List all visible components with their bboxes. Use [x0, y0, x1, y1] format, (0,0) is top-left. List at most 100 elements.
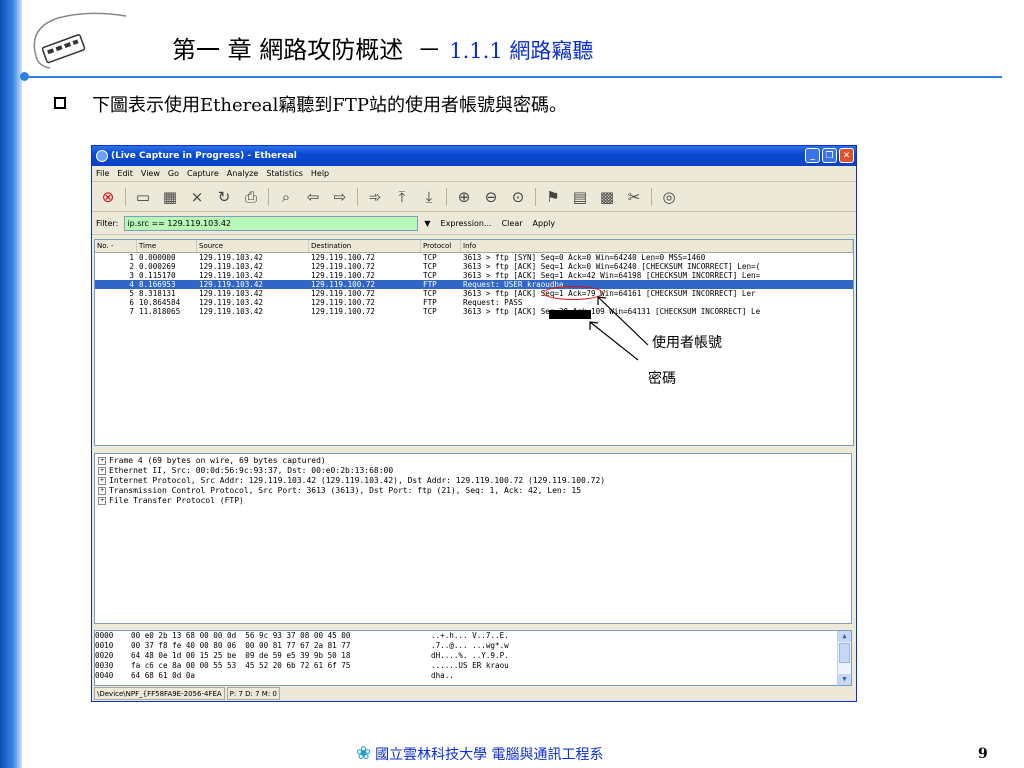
scroll-thumb[interactable] [839, 643, 850, 663]
col-info[interactable]: Info [461, 240, 853, 252]
reload-icon[interactable]: ↻ [214, 187, 234, 207]
network-device-logo-icon [33, 12, 127, 69]
hex-row[interactable]: 0010 00 37 f8 fe 40 00 80 06 00 00 81 77 … [95, 641, 851, 651]
username-highlight [543, 286, 603, 300]
status-counts: P: 7 D: 7 M: 0 [226, 687, 280, 700]
col-protocol[interactable]: Protocol [421, 240, 461, 252]
clear-button[interactable]: Clear [502, 219, 523, 228]
detail-row[interactable]: + Frame 4 (69 bytes on wire, 69 bytes cap… [95, 456, 851, 466]
first-icon[interactable]: ⤒ [392, 187, 412, 207]
hex-bytes: 64 68 61 0d 0a [131, 671, 196, 680]
close-file-icon[interactable]: × [187, 187, 207, 207]
menu-help[interactable]: Help [311, 169, 329, 178]
title-dash: － [417, 36, 442, 64]
menu-statistics[interactable]: Statistics [266, 169, 303, 178]
window-titlebar[interactable]: (Live Capture in Progress) - Ethereal _ … [92, 146, 856, 166]
window-title: (Live Capture in Progress) - Ethereal [111, 151, 297, 161]
cell-info: Request: PASS [463, 298, 523, 307]
preferences-icon[interactable]: ✂ [624, 187, 644, 207]
footer-text: 國立雲林科技大學 電腦與通訊工程系 [375, 746, 604, 763]
hex-bytes: 00 e0 2b 13 68 00 00 0d 56 9c 93 37 08 0… [131, 631, 351, 640]
expand-icon[interactable]: + [98, 476, 106, 485]
annotation-password: 密碼 [648, 371, 676, 387]
maximize-button[interactable]: ❐ [822, 148, 837, 163]
page-number: 9 [978, 746, 988, 762]
hex-row[interactable]: 0000 00 e0 2b 13 68 00 00 0d 56 9c 93 37 … [95, 631, 851, 641]
menu-view[interactable]: View [141, 169, 160, 178]
zoom-normal-icon[interactable]: ⊙ [508, 187, 528, 207]
toolbar-separator [446, 187, 447, 206]
cell-time: 10.864584 [139, 298, 181, 307]
expand-icon[interactable]: + [98, 456, 106, 465]
expression-button[interactable]: Expression... [441, 219, 492, 228]
menu-edit[interactable]: Edit [117, 169, 133, 178]
cell-protocol: TCP [423, 262, 437, 271]
status-bar: \Device\NPF_{FF58FA9E-2056-4FEA P: 7 D: … [94, 687, 852, 700]
detail-row[interactable]: + Transmission Control Protocol, Src Port… [95, 486, 851, 496]
zoom-in-icon[interactable]: ⊕ [454, 187, 474, 207]
cell-destination: 129.119.100.72 [311, 271, 376, 280]
minimize-button[interactable]: _ [805, 148, 820, 163]
goto-icon[interactable]: ➾ [365, 187, 385, 207]
menu-go[interactable]: Go [168, 169, 179, 178]
cell-info: 3613 > ftp [SYN] Seq=0 Ack=0 Win=64240 L… [463, 253, 706, 262]
toolbar-separator [268, 187, 269, 206]
table-row[interactable]: 7 11.818065 129.119.103.42 129.119.100.7… [95, 307, 853, 316]
detail-text: Transmission Control Protocol, Src Port:… [109, 486, 582, 495]
table-row[interactable]: 6 10.864584 129.119.103.42 129.119.100.7… [95, 298, 853, 307]
hex-row[interactable]: 0040 64 68 61 0d 0a dha.. [95, 671, 851, 681]
expand-icon[interactable]: + [98, 466, 106, 475]
cell-destination: 129.119.100.72 [311, 262, 376, 271]
filter-input[interactable]: ip.src == 129.119.103.42 [124, 215, 419, 231]
hex-row[interactable]: 0020 64 48 0e 1d 00 15 25 be 09 de 59 e5 … [95, 651, 851, 661]
hex-scrollbar[interactable]: ▲ ▼ [837, 631, 851, 685]
detail-row[interactable]: + Ethernet II, Src: 00:0d:56:9c:93:37, Ds… [95, 466, 851, 476]
detail-row[interactable]: + File Transfer Protocol (FTP) [95, 496, 851, 506]
col-source[interactable]: Source [197, 240, 309, 252]
color-filter-icon[interactable]: ⚑ [543, 187, 563, 207]
slide-sidebar [0, 0, 22, 768]
save-icon[interactable]: ▦ [160, 187, 180, 207]
coloring-rules-icon[interactable]: ▩ [597, 187, 617, 207]
last-icon[interactable]: ⤓ [419, 187, 439, 207]
cell-protocol: FTP [423, 298, 437, 307]
apply-button[interactable]: Apply [533, 219, 556, 228]
help-icon[interactable]: ◎ [659, 187, 679, 207]
col-no[interactable]: No. - [95, 240, 137, 252]
scroll-down-icon[interactable]: ▼ [838, 674, 851, 685]
open-icon[interactable]: ▭ [133, 187, 153, 207]
expand-icon[interactable]: + [98, 486, 106, 495]
col-destination[interactable]: Destination [309, 240, 421, 252]
table-row-selected[interactable]: 4 8.166953 129.119.103.42 129.119.100.72… [95, 280, 853, 289]
cell-info: 3613 > ftp [ACK] Seq=1 Ack=79 Win=64161 … [463, 289, 756, 298]
cell-time: 8.318131 [139, 289, 176, 298]
packet-list: No. - Time Source Destination Protocol I… [94, 239, 854, 446]
find-icon[interactable]: ⌕ [276, 187, 296, 207]
cell-source: 129.119.103.42 [199, 289, 264, 298]
hex-row[interactable]: 0030 fa c6 ce 8a 00 00 55 53 45 52 20 6b … [95, 661, 851, 671]
table-row[interactable]: 1 0.000000 129.119.103.42 129.119.100.72… [95, 253, 853, 262]
table-row[interactable]: 3 0.115170 129.119.103.42 129.119.100.72… [95, 271, 853, 280]
col-time[interactable]: Time [137, 240, 197, 252]
print-icon[interactable]: ⎙ [241, 187, 261, 207]
filter-dropdown-icon[interactable]: ▼ [424, 219, 430, 228]
table-row[interactable]: 2 0.000269 129.119.103.42 129.119.100.72… [95, 262, 853, 271]
detail-row[interactable]: + Internet Protocol, Src Addr: 129.119.10… [95, 476, 851, 486]
stop-icon[interactable]: ⊗ [98, 187, 118, 207]
back-icon[interactable]: ⇦ [303, 187, 323, 207]
password-redaction [549, 310, 591, 319]
menu-analyze[interactable]: Analyze [227, 169, 259, 178]
forward-icon[interactable]: ⇨ [330, 187, 350, 207]
close-button[interactable]: ✕ [839, 148, 854, 163]
display-filter-icon[interactable]: ▤ [570, 187, 590, 207]
hex-bytes: 64 48 0e 1d 00 15 25 be 09 de 59 e5 39 9… [131, 651, 351, 660]
toolbar-separator [357, 187, 358, 206]
filter-label: Filter: [96, 218, 119, 228]
detail-text: File Transfer Protocol (FTP) [109, 496, 244, 505]
scroll-up-icon[interactable]: ▲ [838, 631, 851, 642]
expand-icon[interactable]: + [98, 496, 106, 505]
menu-file[interactable]: File [96, 169, 109, 178]
table-row[interactable]: 5 8.318131 129.119.103.42 129.119.100.72… [95, 289, 853, 298]
menu-capture[interactable]: Capture [187, 169, 219, 178]
zoom-out-icon[interactable]: ⊖ [481, 187, 501, 207]
